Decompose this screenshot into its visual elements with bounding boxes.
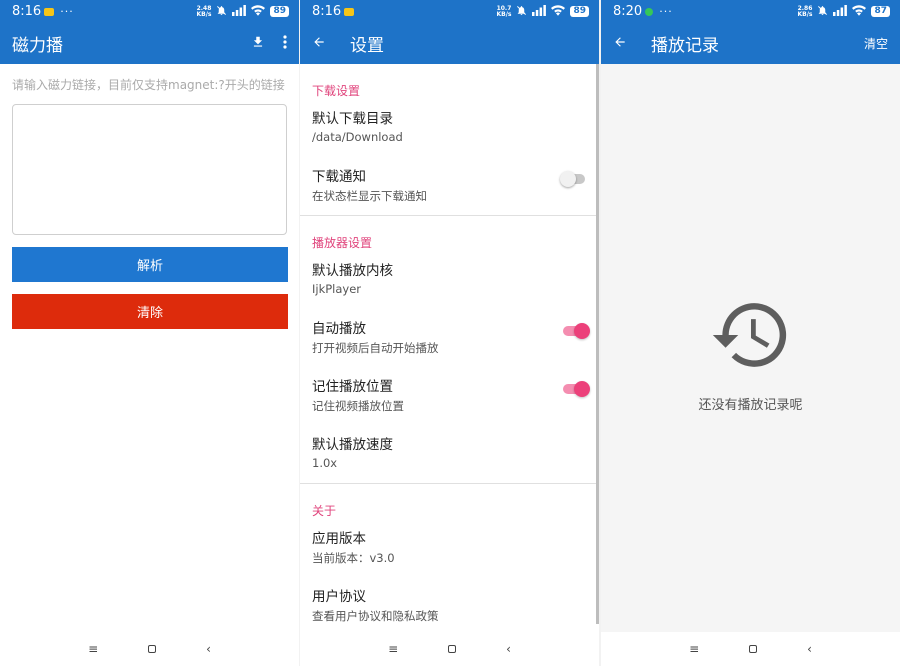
status-bar: 8:20 ··· 2.86 KB/s 87 bbox=[601, 0, 900, 23]
system-nav-bar: ≡ ‹ bbox=[0, 632, 299, 666]
magnet-screen: 8:16 ··· 2.48 KB/s 89 磁力播 请输入磁力链接，目前仅支持m… bbox=[0, 0, 299, 666]
nav-menu-button[interactable]: ≡ bbox=[388, 642, 398, 656]
setting-user-agreement[interactable]: 用户协议 查看用户协议和隐私政策 bbox=[300, 574, 599, 632]
notification-icon bbox=[645, 7, 654, 16]
status-bar: 8:16 10.7 KB/s 89 bbox=[300, 0, 599, 23]
back-arrow-icon[interactable] bbox=[613, 33, 631, 54]
clear-button[interactable]: 清除 bbox=[12, 294, 288, 329]
notification-icon bbox=[44, 7, 55, 16]
notification-icon bbox=[344, 7, 355, 16]
history-screen: 8:20 ··· 2.86 KB/s 87 播放记录 清空 还没有播放记录呢 ≡… bbox=[601, 0, 900, 666]
setting-player-core[interactable]: 默认播放内核 IjkPlayer bbox=[300, 248, 599, 306]
remember-position-toggle[interactable] bbox=[563, 381, 590, 397]
mute-icon bbox=[516, 5, 527, 19]
nav-back-button[interactable]: ‹ bbox=[206, 642, 211, 656]
setting-download-dir[interactable]: 默认下载目录 /data/Download bbox=[300, 96, 599, 154]
more-notifications-icon: ··· bbox=[60, 5, 74, 18]
battery-indicator: 89 bbox=[570, 6, 589, 17]
setting-remember-position[interactable]: 记住播放位置 记住视频播放位置 bbox=[300, 364, 599, 422]
empty-state: 还没有播放记录呢 bbox=[601, 300, 900, 413]
nav-menu-button[interactable]: ≡ bbox=[88, 642, 98, 656]
system-nav-bar: ≡ ‹ bbox=[300, 632, 599, 666]
download-icon[interactable] bbox=[251, 34, 265, 53]
setting-download-notify[interactable]: 下载通知 在状态栏显示下载通知 bbox=[300, 154, 599, 212]
mute-icon bbox=[216, 5, 227, 19]
back-arrow-icon[interactable] bbox=[312, 33, 330, 54]
net-speed: 10.7 KB/s bbox=[496, 4, 512, 18]
page-title: 设置 bbox=[350, 36, 384, 56]
signal-icon bbox=[532, 4, 547, 19]
app-bar: 播放记录 清空 bbox=[601, 23, 900, 64]
battery-indicator: 89 bbox=[270, 6, 289, 17]
status-time: 8:20 bbox=[613, 4, 643, 19]
setting-play-speed[interactable]: 默认播放速度 1.0x bbox=[300, 422, 599, 480]
setting-autoplay[interactable]: 自动播放 打开视频后自动开始播放 bbox=[300, 306, 599, 364]
more-vert-icon[interactable] bbox=[283, 34, 287, 53]
status-time: 8:16 bbox=[312, 4, 342, 19]
status-bar: 8:16 ··· 2.48 KB/s 89 bbox=[0, 0, 299, 23]
settings-list: 下载设置 默认下载目录 /data/Download 下载通知 在状态栏显示下载… bbox=[300, 64, 599, 632]
signal-icon bbox=[232, 4, 247, 19]
scrollbar[interactable] bbox=[596, 64, 599, 624]
app-title: 磁力播 bbox=[12, 36, 63, 56]
net-speed: 2.48 KB/s bbox=[196, 4, 212, 18]
autoplay-toggle[interactable] bbox=[563, 323, 590, 339]
wifi-icon bbox=[551, 4, 566, 19]
wifi-icon bbox=[251, 4, 266, 19]
wifi-icon bbox=[852, 4, 867, 19]
nav-back-button[interactable]: ‹ bbox=[506, 642, 511, 656]
settings-screen: 8:16 10.7 KB/s 89 设置 下载设置 默认下载目录 /data/D… bbox=[300, 0, 599, 666]
nav-home-button[interactable] bbox=[448, 645, 457, 653]
nav-menu-button[interactable]: ≡ bbox=[689, 642, 699, 656]
nav-home-button[interactable] bbox=[148, 645, 157, 653]
mute-icon bbox=[817, 5, 828, 19]
page-title: 播放记录 bbox=[651, 36, 719, 56]
more-notifications-icon: ··· bbox=[659, 5, 673, 18]
history-icon bbox=[711, 303, 791, 374]
app-bar: 设置 bbox=[300, 23, 599, 64]
signal-icon bbox=[833, 4, 848, 19]
parse-button[interactable]: 解析 bbox=[12, 247, 288, 282]
nav-home-button[interactable] bbox=[749, 645, 758, 653]
magnet-hint: 请输入磁力链接，目前仅支持magnet:?开头的链接 bbox=[12, 78, 285, 92]
empty-message: 还没有播放记录呢 bbox=[698, 398, 803, 413]
clear-history-button[interactable]: 清空 bbox=[864, 35, 888, 52]
download-notify-toggle[interactable] bbox=[560, 171, 585, 187]
status-time: 8:16 bbox=[12, 4, 42, 19]
app-bar: 磁力播 bbox=[0, 23, 299, 64]
battery-indicator: 87 bbox=[871, 6, 890, 17]
net-speed: 2.86 KB/s bbox=[797, 4, 813, 18]
nav-back-button[interactable]: ‹ bbox=[807, 642, 812, 656]
system-nav-bar: ≡ ‹ bbox=[601, 632, 900, 666]
setting-app-version[interactable]: 应用版本 当前版本：v3.0 bbox=[300, 516, 599, 574]
magnet-input[interactable] bbox=[12, 104, 287, 235]
